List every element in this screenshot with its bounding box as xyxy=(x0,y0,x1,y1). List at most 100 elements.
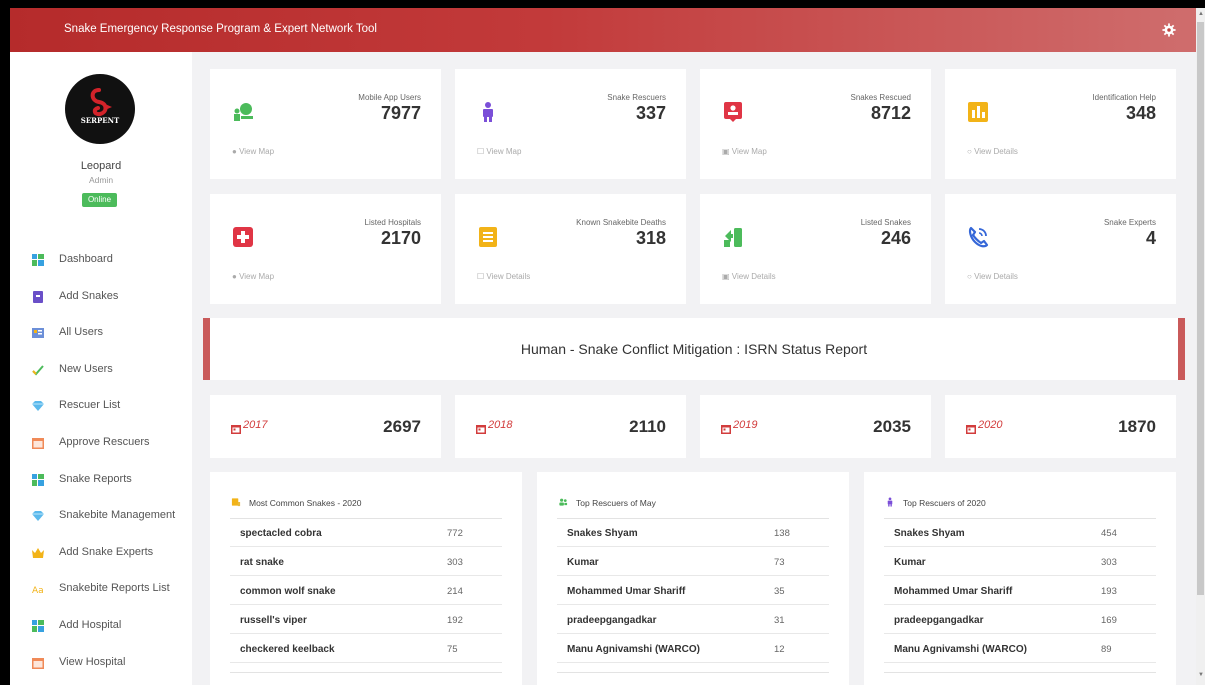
link-icon: ○ xyxy=(967,272,975,281)
row-value: 73 xyxy=(774,557,785,568)
row-value: 35 xyxy=(774,586,785,597)
table-row: pradeepgangadkar 169 xyxy=(884,606,1156,634)
row-value: 138 xyxy=(774,528,790,539)
stat-link-label: View Map xyxy=(486,147,522,156)
panel-title: Top Rescuers of May xyxy=(558,497,656,508)
scrollbar-thumb[interactable] xyxy=(1197,22,1204,595)
row-value: 772 xyxy=(447,528,463,539)
diamond-icon xyxy=(32,399,44,412)
row-value: 169 xyxy=(1101,615,1117,626)
stat-value: 7977 xyxy=(380,103,421,123)
stat-link[interactable]: ● View Map xyxy=(232,272,274,281)
stat-card-listed-snakes: Listed Snakes 246 ▣ View Details xyxy=(700,194,931,304)
stat-link[interactable]: ▣ View Map xyxy=(722,147,767,156)
panel-most-common-snakes-2020: Most Common Snakes - 2020 spectacled cobr… xyxy=(210,472,522,685)
row-name: spectacled cobra xyxy=(240,528,322,539)
gear-icon[interactable] xyxy=(1162,23,1176,37)
panel-title: Most Common Snakes - 2020 xyxy=(231,497,361,508)
check-icon xyxy=(32,363,44,376)
calendar-icon xyxy=(721,421,731,434)
svg-text:Aa: Aa xyxy=(32,586,44,595)
table-row: Manu Agnivamshi (WARCO) 12 xyxy=(557,635,829,663)
table-row: Mohammed Umar Shariff 35 xyxy=(557,577,829,605)
stat-link[interactable]: ☐ View Map xyxy=(477,147,521,156)
user-name: Leopard xyxy=(80,160,122,172)
link-icon: ○ xyxy=(967,147,975,156)
text-icon: Aa xyxy=(32,582,44,596)
year-value: 2035 xyxy=(873,417,911,436)
year-label: 2018 xyxy=(488,419,513,431)
row-name: Kumar xyxy=(567,557,599,568)
table-row: Kumar 73 xyxy=(557,548,829,576)
stat-link-label: View Map xyxy=(239,147,275,156)
stat-link[interactable]: ▣ View Details xyxy=(722,272,776,281)
status-report-banner: Human - Snake Conflict Mitigation : ISRN… xyxy=(203,318,1185,380)
sidebar-item-approve-rescuers[interactable]: Approve Rescuers xyxy=(10,428,192,458)
stat-value: 246 xyxy=(880,228,911,248)
bar-chart-icon xyxy=(967,101,989,123)
stat-link-label: View Map xyxy=(731,147,767,156)
scroll-down-icon[interactable]: ▼ xyxy=(1198,672,1204,678)
sidebar-item-snake-reports[interactable]: Snake Reports xyxy=(10,465,192,495)
row-name: common wolf snake xyxy=(240,586,336,597)
sidebar-item-label: Dashboard xyxy=(59,253,113,265)
stat-card-identification-help: Identification Help 348 ○ View Details xyxy=(945,69,1176,179)
sidebar-item-label: Add Snake Experts xyxy=(59,545,154,558)
sidebar-item-snakebite-reports-list[interactable]: Aa Snakebite Reports List xyxy=(10,574,192,604)
sidebar-item-add-hospital[interactable]: Add Hospital xyxy=(10,611,192,641)
stat-link-label: View Details xyxy=(974,272,1018,281)
calendar-icon xyxy=(32,436,44,449)
year-value: 1870 xyxy=(1118,417,1156,436)
scroll-up-icon[interactable]: ▲ xyxy=(1198,11,1204,17)
row-value: 31 xyxy=(774,615,785,626)
year-card-2017: 2017 2697 xyxy=(210,395,441,458)
sidebar-item-label: Snakebite Management xyxy=(59,509,176,522)
sidebar-item-new-users[interactable]: New Users xyxy=(10,355,192,385)
panel-title-text: Top Rescuers of 2020 xyxy=(903,498,986,508)
row-value: 89 xyxy=(1101,644,1112,655)
sidebar-item-dashboard[interactable]: Dashboard xyxy=(10,245,192,275)
divider xyxy=(230,672,502,673)
sidebar-item-label: Snakebite Reports List xyxy=(59,582,170,595)
table-row: russell's viper 192 xyxy=(230,606,502,634)
sidebar-item-snakebite-management[interactable]: Snakebite Management xyxy=(10,501,192,531)
sidebar-item-label: Add Hospital xyxy=(59,619,122,631)
sidebar-item-view-hospital[interactable]: View Hospital xyxy=(10,648,192,678)
stat-card-mobile-app-users: Mobile App Users 7977 ● View Map xyxy=(210,69,441,179)
stat-value: 2170 xyxy=(380,228,421,248)
panel-top-rescuers-of-2020: Top Rescuers of 2020 Snakes Shyam 454 Kumar… xyxy=(864,472,1176,685)
stat-link[interactable]: ● View Map xyxy=(232,147,274,156)
row-value: 214 xyxy=(447,586,463,597)
sidebar-item-add-snake-experts[interactable]: Add Snake Experts xyxy=(10,538,192,568)
year-label: 2019 xyxy=(733,419,758,431)
sidebar-item-all-users[interactable]: All Users xyxy=(10,318,192,348)
sidebar-item-add-snakes[interactable]: Add Snakes xyxy=(10,282,192,312)
stat-label: Snakes Rescued xyxy=(850,93,911,102)
stat-link[interactable]: ○ View Details xyxy=(967,272,1018,281)
sidebar-item-label: View Hospital xyxy=(59,655,126,668)
row-value: 193 xyxy=(1101,586,1117,597)
sidebar-item-rescuer-list[interactable]: Rescuer List xyxy=(10,391,192,421)
banner-title: Human - Snake Conflict Mitigation : ISRN… xyxy=(520,341,868,357)
stat-link[interactable]: ☐ View Details xyxy=(477,272,530,281)
stat-value: 337 xyxy=(635,103,666,123)
avatar: SERPENT xyxy=(65,74,135,144)
app-title: Snake Emergency Response Program & Exper… xyxy=(64,23,377,35)
row-value: 303 xyxy=(447,557,463,568)
stat-link[interactable]: ○ View Details xyxy=(967,147,1018,156)
panel-title: Top Rescuers of 2020 xyxy=(885,497,986,508)
link-icon: ☐ xyxy=(477,272,487,281)
sidebar-item-label: Rescuer List xyxy=(59,399,121,412)
phone-icon xyxy=(967,226,989,248)
stat-value: 8712 xyxy=(870,103,911,123)
stat-label: Snake Rescuers xyxy=(607,93,666,102)
stat-label: Identification Help xyxy=(1092,93,1156,102)
table-row: spectacled cobra 772 xyxy=(230,519,502,547)
row-name: rat snake xyxy=(240,557,284,568)
row-value: 75 xyxy=(447,644,458,655)
badge-icon xyxy=(722,101,744,123)
page-scrollbar[interactable]: ▲ ▼ xyxy=(1196,8,1205,685)
year-value: 2110 xyxy=(629,417,666,436)
row-name: Mohammed Umar Shariff xyxy=(894,586,1013,597)
stat-value: 348 xyxy=(1125,103,1156,123)
